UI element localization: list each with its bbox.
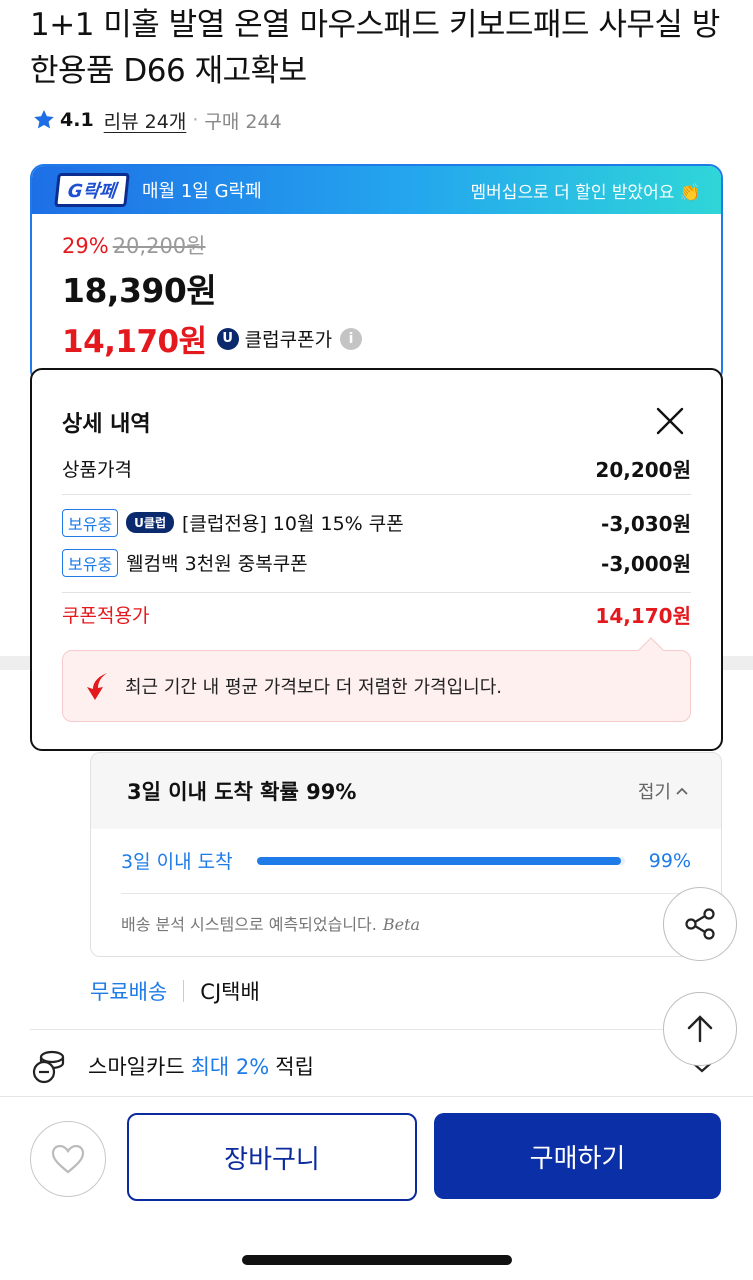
arrow-up-icon (687, 1015, 713, 1043)
membership-text: 멤버십으로 더 할인 받았어요 👏 (470, 182, 701, 203)
discount-line: 29% 20,200원 (62, 230, 721, 260)
delivery-header[interactable]: 3일 이내 도착 확률 99% 접기 (91, 753, 721, 829)
coupon-label: 웰컴백 3천원 중복쿠폰 (126, 553, 308, 575)
product-title: 1+1 미홀 발열 온열 마우스패드 키보드패드 사무실 방한용품 D66 재고… (30, 7, 720, 89)
coupon-amount: -3,000원 (601, 552, 691, 576)
down-arrow-icon (87, 673, 107, 700)
coupon-row: 보유중 웰컴백 3천원 중복쿠폰 -3,000원 (62, 548, 691, 577)
rating-score: 4.1 (60, 109, 94, 131)
card-benefit-row[interactable]: 스마일카드 최대 2% 적립 (30, 1048, 723, 1084)
coupon-label: [클럽전용] 10월 15% 쿠폰 (182, 513, 404, 535)
club-price-label: 클럽쿠폰가 (244, 329, 333, 351)
coupon-amount: -3,030원 (601, 512, 691, 536)
price-detail-popup: 상세 내역 상품가격 20,200원 보유중 U클럽 [클럽전용] 10월 15… (30, 368, 723, 751)
price-card: G락페 매월 1일 G락페 멤버십으로 더 할인 받았어요 👏 29% 20,2… (30, 164, 723, 384)
owned-badge: 보유중 (62, 548, 119, 577)
separator-dot: · (192, 109, 199, 131)
club-price-row: 14,170원 U 클럽쿠폰가 i (62, 316, 721, 361)
buy-button[interactable]: 구매하기 (434, 1113, 721, 1199)
chevron-up-icon (676, 787, 688, 795)
shipping-row: 무료배송 CJ택배 (90, 976, 260, 1006)
star-icon (34, 110, 54, 129)
cart-button[interactable]: 장바구니 (127, 1113, 417, 1201)
owned-badge: 보유중 (62, 508, 119, 537)
info-icon[interactable]: i (340, 327, 363, 350)
promo-banner[interactable]: G락페 매월 1일 G락페 멤버십으로 더 할인 받았어요 👏 (32, 166, 721, 214)
note-text: 최근 기간 내 평균 가격보다 더 저렴한 가격입니다. (125, 677, 502, 698)
probability-value: 99% (648, 849, 691, 872)
note-tail (638, 637, 664, 663)
divider (30, 1029, 723, 1030)
product-price-label: 상품가격 (62, 459, 132, 481)
beta-label: Beta (382, 915, 421, 934)
card-benefit-suffix: 적립 (275, 1055, 314, 1079)
price-block: 29% 20,200원 18,390원 14,170원 U 클럽쿠폰가 i (32, 214, 721, 361)
product-price-value: 20,200원 (595, 458, 691, 482)
carrier-label: CJ택배 (200, 980, 260, 1004)
share-button[interactable] (663, 887, 737, 961)
rating-row: 4.1 리뷰 24개 · 구매 244 (32, 104, 282, 136)
scroll-top-button[interactable] (663, 992, 737, 1066)
probability-label: 3일 이내 도착 (121, 851, 233, 873)
bottom-action-bar: 장바구니 구매하기 (0, 1096, 753, 1280)
card-name: 스마일카드 (88, 1055, 185, 1079)
lowest-price-note: 최근 기간 내 평균 가격보다 더 저렴한 가격입니다. (62, 637, 691, 722)
club-price: 14,170원 (62, 324, 207, 360)
product-price-row: 상품가격 20,200원 (62, 454, 691, 483)
free-shipping-label: 무료배송 (90, 980, 168, 1004)
applied-price-label: 쿠폰적용가 (62, 605, 150, 627)
divider (62, 494, 691, 495)
g-rockfe-logo: G락페 (54, 173, 130, 207)
purchase-count: 구매 244 (204, 110, 282, 133)
divider (121, 893, 691, 894)
fold-toggle[interactable]: 접기 (638, 778, 689, 804)
fold-label: 접기 (637, 782, 671, 803)
share-icon (685, 908, 715, 940)
popup-title: 상세 내역 (62, 412, 151, 437)
discount-percent: 29% (62, 234, 109, 258)
probability-row: 3일 이내 도착 99% (121, 847, 691, 874)
delivery-title: 3일 이내 도착 확률 99% (127, 780, 357, 804)
applied-price-value: 14,170원 (595, 604, 691, 628)
delivery-probability-card: 3일 이내 도착 확률 99% 접기 3일 이내 도착 99% 배송 분석 시스… (90, 752, 722, 957)
u-club-badge: U클럽 (126, 512, 174, 533)
divider (62, 592, 691, 593)
applied-price-row: 쿠폰적용가 14,170원 (62, 600, 691, 629)
review-link[interactable]: 리뷰 24개 (104, 107, 187, 134)
u-club-badge: U (216, 327, 239, 350)
card-benefit-highlight: 최대 2% (190, 1055, 270, 1079)
wishlist-button[interactable] (30, 1121, 106, 1197)
probability-bar (256, 856, 625, 865)
divider (183, 980, 185, 1002)
heart-icon (51, 1144, 85, 1174)
sale-price: 18,390원 (62, 271, 217, 310)
prediction-note: 배송 분석 시스템으로 예측되었습니다. Beta (121, 911, 420, 935)
prediction-note-text: 배송 분석 시스템으로 예측되었습니다. (121, 915, 377, 934)
original-price: 20,200원 (112, 234, 206, 258)
probability-bar-fill (256, 856, 622, 865)
coupon-row: 보유중 U클럽 [클럽전용] 10월 15% 쿠폰 -3,030원 (62, 508, 691, 537)
promo-banner-text: 매월 1일 G락페 (142, 181, 262, 202)
coin-stack-icon (32, 1050, 65, 1084)
home-indicator (242, 1255, 512, 1265)
close-icon[interactable] (655, 406, 685, 436)
